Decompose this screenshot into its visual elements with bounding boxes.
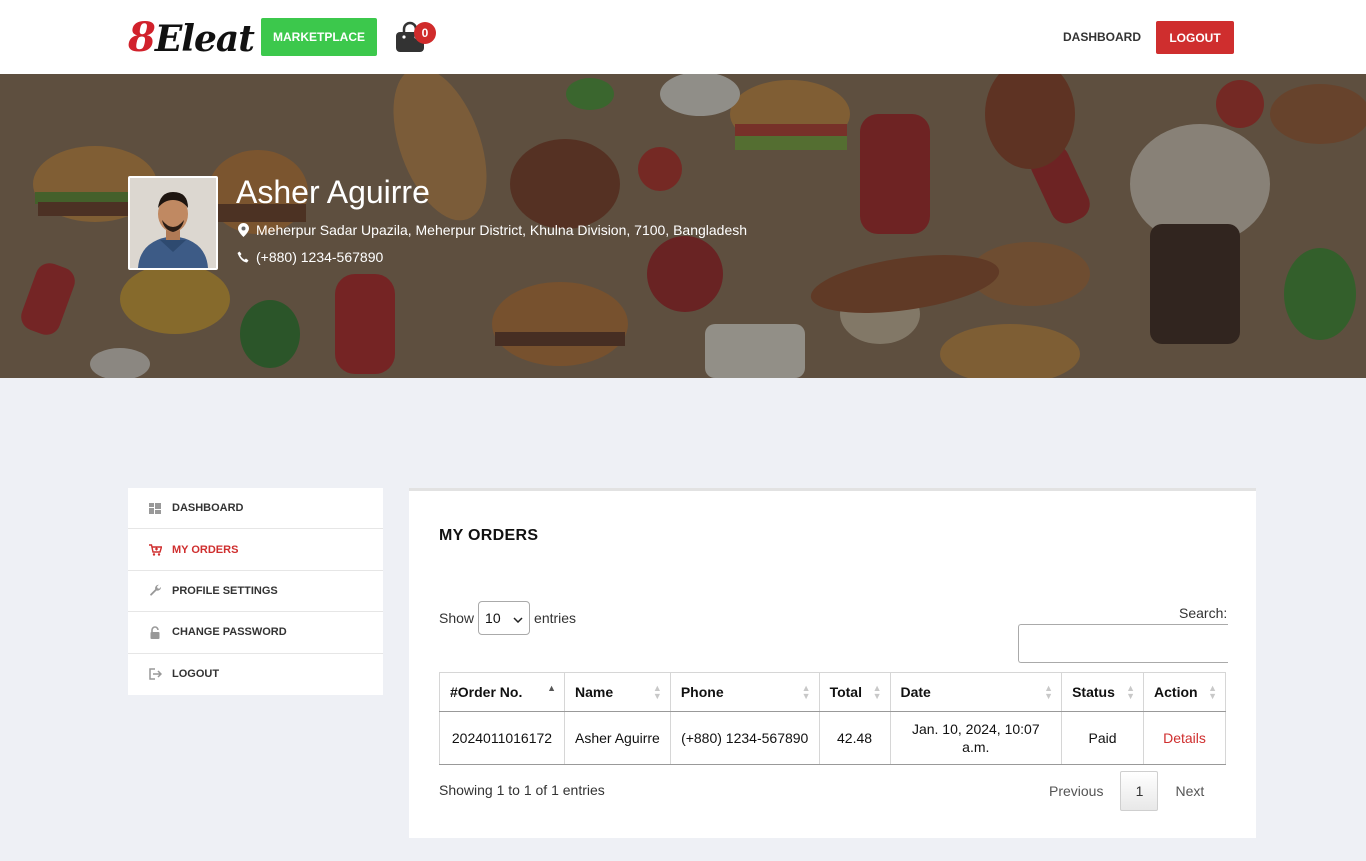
pagination: Previous 1 Next bbox=[1049, 771, 1204, 811]
address-text: Meherpur Sadar Upazila, Meherpur Distric… bbox=[256, 222, 748, 238]
phone-icon bbox=[236, 250, 250, 264]
profile-name: Asher Aguirre bbox=[236, 174, 430, 210]
entries-label: entries bbox=[534, 610, 577, 626]
orders-panel: MY ORDERS Show 10 entries Search: #Order… bbox=[409, 488, 1256, 838]
entries-select-value: 10 bbox=[485, 610, 501, 626]
sort-icon: ▲ ▼ bbox=[1208, 683, 1217, 701]
column-header-status[interactable]: Status ▲ ▼ bbox=[1061, 672, 1145, 712]
details-link[interactable]: Details bbox=[1163, 730, 1206, 746]
pagination-previous[interactable]: Previous bbox=[1049, 783, 1103, 799]
sort-icon: ▲ ▼ bbox=[652, 683, 662, 701]
cart-count-badge: 0 bbox=[414, 22, 436, 44]
pagination-page-1[interactable]: 1 bbox=[1120, 771, 1159, 811]
sort-icon: ▲ ▼ bbox=[801, 683, 811, 701]
cell-name: Asher Aguirre bbox=[563, 711, 671, 765]
sidebar-item-dashboard[interactable]: DASHBOARD bbox=[128, 488, 383, 530]
entries-length-control: Show 10 entries bbox=[439, 601, 576, 635]
address-line: Meherpur Sadar Upazila, Meherpur Distric… bbox=[236, 222, 747, 238]
wrench-icon bbox=[148, 584, 162, 598]
sidebar-item-label: PROFILE SETTINGS bbox=[172, 584, 278, 597]
sidebar-item-logout[interactable]: LOGOUT bbox=[128, 654, 383, 695]
sort-icon: ▲ ▼ bbox=[872, 683, 882, 701]
sidebar-item-change-password[interactable]: CHANGE PASSWORD bbox=[128, 612, 383, 654]
sidebar-item-label: MY ORDERS bbox=[172, 543, 239, 556]
marketplace-button[interactable]: MARKETPLACE bbox=[261, 18, 377, 56]
search-label: Search: bbox=[1179, 605, 1228, 621]
cell-status: Paid bbox=[1061, 711, 1145, 765]
table-header-row: #Order No. ▲ Name ▲ ▼ Phone ▲ ▼ Total ▲ ▼ Date ▲… bbox=[439, 672, 1226, 712]
cell-action: Details bbox=[1143, 711, 1226, 765]
nav-dashboard-link[interactable]: DASHBOARD bbox=[1063, 30, 1141, 44]
top-navbar: 8Eleat MARKETPLACE 0 DASHBOARD LOGOUT bbox=[0, 0, 1366, 74]
logout-button[interactable]: LOGOUT bbox=[1156, 21, 1234, 54]
sidebar-item-my-orders[interactable]: MY ORDERS bbox=[128, 529, 383, 571]
site-logo[interactable]: 8Eleat bbox=[128, 14, 255, 61]
orders-table: #Order No. ▲ Name ▲ ▼ Phone ▲ ▼ Total ▲ ▼ Date ▲… bbox=[439, 672, 1226, 765]
sidebar-item-label: DASHBOARD bbox=[172, 502, 244, 515]
sort-icon: ▲ ▼ bbox=[1126, 683, 1136, 701]
table-row: 2024011016172 Asher Aguirre (+880) 1234-… bbox=[439, 711, 1226, 765]
column-header-date[interactable]: Date ▲ ▼ bbox=[889, 672, 1063, 712]
cell-order-no: 2024011016172 bbox=[439, 711, 565, 765]
logo-prefix: 8 bbox=[128, 14, 156, 61]
table-info: Showing 1 to 1 of 1 entries bbox=[439, 782, 605, 798]
cell-phone: (+880) 1234-567890 bbox=[669, 711, 820, 765]
profile-banner: Asher Aguirre Meherpur Sadar Upazila, Me… bbox=[0, 74, 1366, 378]
sort-asc-icon: ▲ bbox=[547, 683, 556, 693]
search-input[interactable] bbox=[1018, 624, 1228, 663]
column-header-phone[interactable]: Phone ▲ ▼ bbox=[669, 672, 820, 712]
column-header-name[interactable]: Name ▲ ▼ bbox=[563, 672, 671, 712]
sort-icon: ▲ ▼ bbox=[1044, 683, 1054, 701]
show-label: Show bbox=[439, 610, 475, 626]
page-title: MY ORDERS bbox=[439, 527, 539, 544]
column-header-order-no[interactable]: #Order No. ▲ bbox=[439, 672, 565, 712]
sign-out-icon bbox=[148, 667, 162, 681]
column-header-action[interactable]: Action ▲ ▼ bbox=[1143, 672, 1226, 712]
chevron-down-icon bbox=[513, 610, 523, 626]
logo-text: Eleat bbox=[154, 18, 255, 60]
sidebar-item-profile-settings[interactable]: PROFILE SETTINGS bbox=[128, 571, 383, 613]
dashboard-icon bbox=[148, 501, 162, 515]
entries-select[interactable]: 10 bbox=[478, 601, 531, 635]
cart-icon bbox=[148, 543, 162, 557]
cell-total: 42.48 bbox=[818, 711, 891, 765]
phone-text: (+880) 1234-567890 bbox=[256, 249, 384, 265]
avatar bbox=[128, 176, 218, 270]
cell-date: Jan. 10, 2024, 10:07 a.m. bbox=[889, 711, 1063, 765]
sidebar-item-label: LOGOUT bbox=[172, 668, 220, 681]
pagination-next[interactable]: Next bbox=[1175, 783, 1204, 799]
account-sidebar: DASHBOARD MY ORDERS PROFILE SETTINGS CHA… bbox=[128, 488, 383, 695]
sidebar-item-label: CHANGE PASSWORD bbox=[172, 626, 287, 639]
phone-line: (+880) 1234-567890 bbox=[236, 249, 383, 265]
map-marker-icon bbox=[236, 223, 250, 237]
column-header-total[interactable]: Total ▲ ▼ bbox=[818, 672, 891, 712]
lock-icon bbox=[148, 625, 162, 639]
